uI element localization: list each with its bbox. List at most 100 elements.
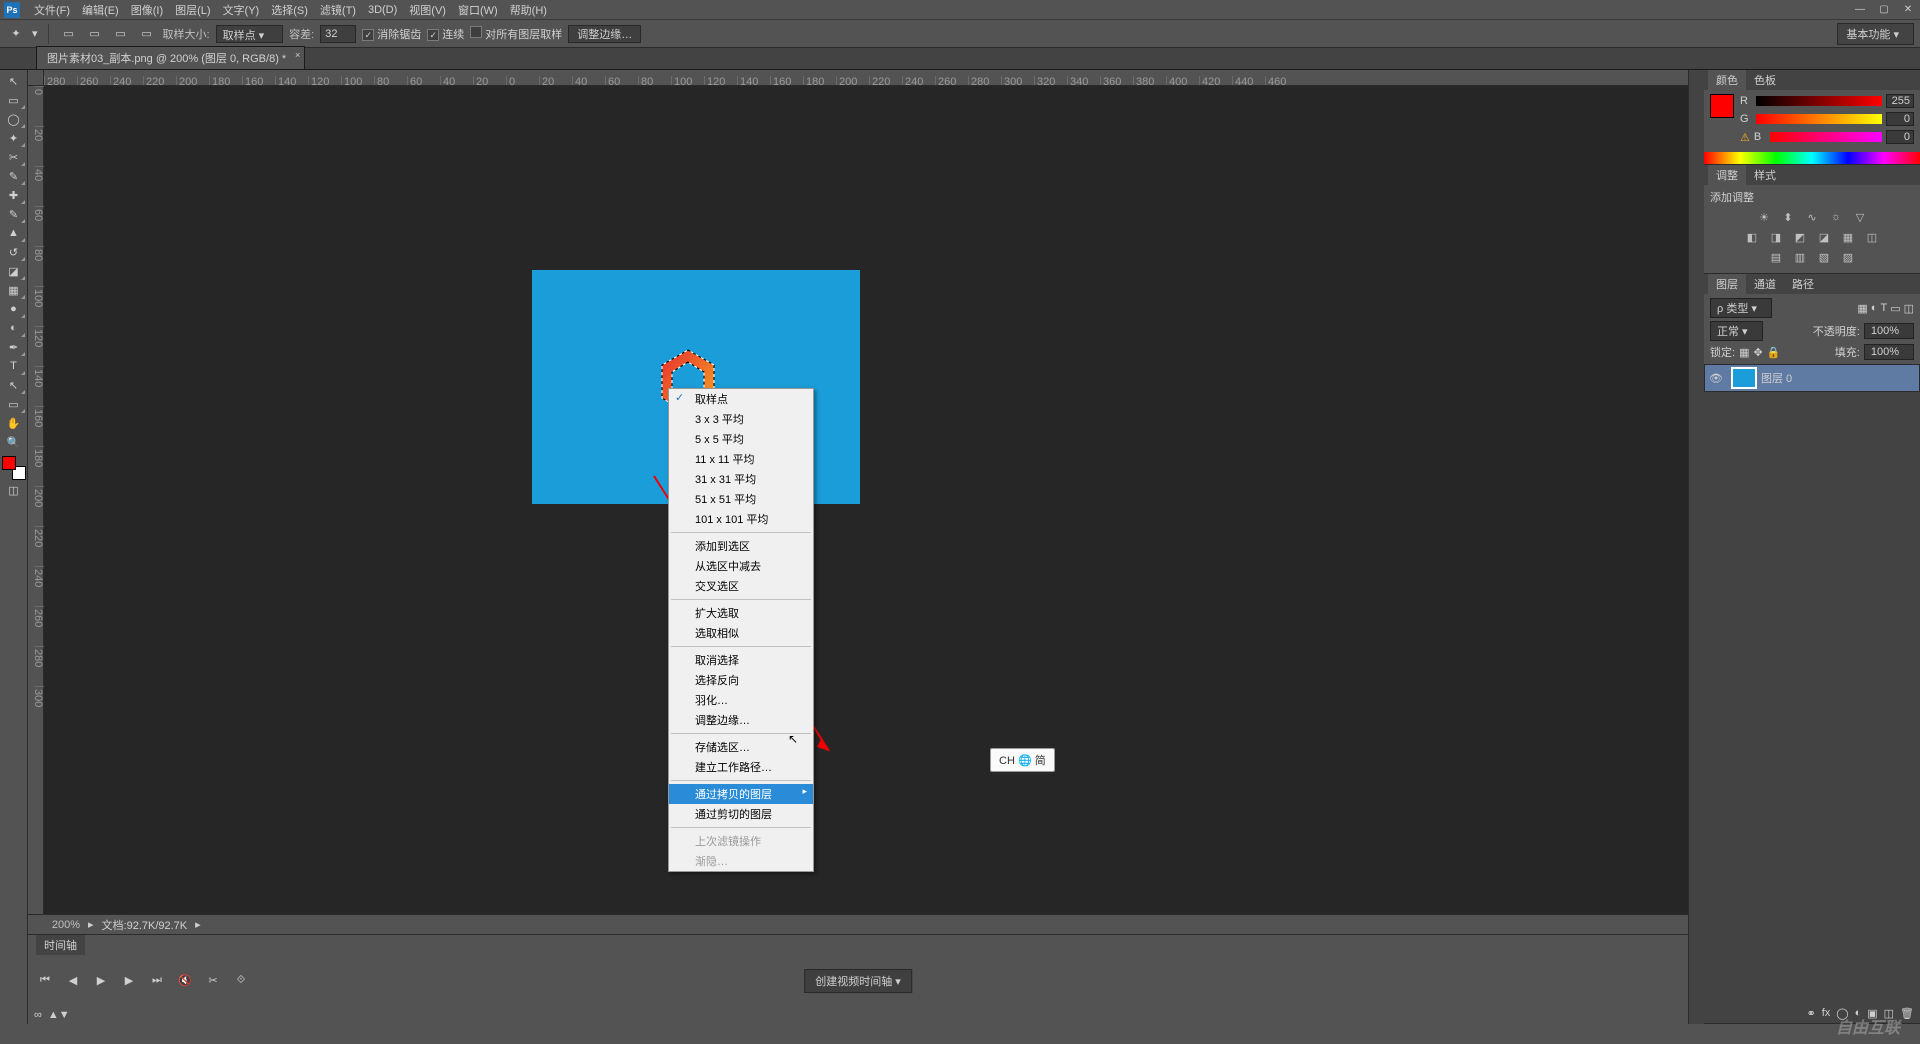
timeline-tab[interactable]: 时间轴 — [36, 935, 85, 955]
menu-help[interactable]: 帮助(H) — [504, 2, 553, 18]
context-menu-item[interactable]: 3 x 3 平均 — [669, 409, 813, 429]
tab-swatches[interactable]: 色板 — [1746, 70, 1784, 90]
link-layers-icon[interactable]: ⚭ — [1806, 1007, 1815, 1020]
maximize-icon[interactable]: ▢ — [1874, 3, 1894, 17]
selection-intersect-icon[interactable]: ▭ — [137, 24, 157, 44]
context-menu-item[interactable]: 5 x 5 平均 — [669, 429, 813, 449]
g-value[interactable]: 0 — [1886, 112, 1914, 126]
sample-size-select[interactable]: 取样点 ▾ — [216, 25, 284, 43]
context-menu-item[interactable]: 通过剪切的图层 — [669, 804, 813, 824]
document-tab[interactable]: 图片素材03_副本.png @ 200% (图层 0, RGB/8) * × — [36, 46, 305, 69]
close-icon[interactable]: ✕ — [1898, 3, 1918, 17]
healing-tool-icon[interactable]: ✚ — [3, 186, 25, 204]
layer-kind-select[interactable]: ρ 类型 ▾ — [1710, 298, 1772, 318]
path-select-tool-icon[interactable]: ↖ — [3, 376, 25, 394]
selection-new-icon[interactable]: ▭ — [59, 24, 79, 44]
arrow-icon[interactable]: ▸ — [195, 918, 201, 931]
all-layers-checkbox[interactable]: 对所有图层取样 — [470, 26, 562, 42]
adj-posterize-icon[interactable]: ▤ — [1767, 249, 1785, 265]
layer-row[interactable]: 👁 图层 0 — [1704, 364, 1920, 392]
lock-all-icon[interactable]: 🔒 — [1767, 346, 1781, 359]
adj-color-lookup-icon[interactable]: ▦ — [1839, 229, 1857, 245]
quickmask-icon[interactable]: ◫ — [3, 481, 25, 499]
adj-levels-icon[interactable]: ⬍ — [1779, 209, 1797, 225]
tab-paths[interactable]: 路径 — [1784, 274, 1822, 294]
menu-window[interactable]: 窗口(W) — [452, 2, 504, 18]
canvas-viewport[interactable] — [44, 86, 1688, 914]
context-menu-item[interactable]: 11 x 11 平均 — [669, 449, 813, 469]
context-menu-item[interactable]: 交叉选区 — [669, 576, 813, 596]
ime-indicator[interactable]: CH 🌐 简 — [990, 748, 1055, 772]
tl-cut-icon[interactable]: ✂ — [204, 972, 222, 990]
type-tool-icon[interactable]: T — [3, 357, 25, 375]
context-menu-item[interactable]: 建立工作路径… — [669, 757, 813, 777]
context-menu-item[interactable]: 羽化… — [669, 690, 813, 710]
adj-hue-icon[interactable]: ◧ — [1743, 229, 1761, 245]
adj-selective-color-icon[interactable]: ▨ — [1839, 249, 1857, 265]
menu-type[interactable]: 文字(Y) — [217, 2, 266, 18]
tl-transition-icon[interactable]: ⟐ — [232, 972, 250, 990]
context-menu-item[interactable]: 通过拷贝的图层 — [669, 784, 813, 804]
history-brush-tool-icon[interactable]: ↺ — [3, 243, 25, 261]
context-menu-item[interactable]: 取消选择 — [669, 650, 813, 670]
g-slider[interactable] — [1756, 114, 1882, 124]
fill-input[interactable]: 100% — [1864, 344, 1914, 360]
filter-adjust-icon[interactable]: ◐ — [1871, 302, 1878, 315]
anti-alias-checkbox[interactable]: 消除锯齿 — [362, 26, 421, 42]
hue-ramp[interactable] — [1704, 152, 1920, 164]
eyedropper-tool-icon[interactable]: ✎ — [3, 167, 25, 185]
tl-next-icon[interactable]: ▶ — [120, 972, 138, 990]
adj-invert-icon[interactable]: ◫ — [1863, 229, 1881, 245]
adj-vibrance-icon[interactable]: ▽ — [1851, 209, 1869, 225]
lock-position-icon[interactable]: ✥ — [1753, 346, 1762, 359]
menu-select[interactable]: 选择(S) — [265, 2, 314, 18]
tab-adjustments[interactable]: 调整 — [1708, 165, 1746, 185]
adj-channel-mixer-icon[interactable]: ◪ — [1815, 229, 1833, 245]
hand-tool-icon[interactable]: ✋ — [3, 414, 25, 432]
selection-subtract-icon[interactable]: ▭ — [111, 24, 131, 44]
lasso-tool-icon[interactable]: ◯ — [3, 110, 25, 128]
magic-wand-tool-icon[interactable]: ✦ — [3, 129, 25, 147]
tl-zoom-icon[interactable]: ▲▼ — [48, 1009, 70, 1021]
tl-play-icon[interactable]: ▶ — [92, 972, 110, 990]
opacity-input[interactable]: 100% — [1864, 323, 1914, 339]
context-menu-item[interactable]: 选择反向 — [669, 670, 813, 690]
filter-shape-icon[interactable]: ▭ — [1890, 302, 1900, 315]
selection-add-icon[interactable]: ▭ — [85, 24, 105, 44]
context-menu-item[interactable]: 选取相似 — [669, 623, 813, 643]
menu-layer[interactable]: 图层(L) — [169, 2, 216, 18]
adj-brightness-icon[interactable]: ☀ — [1755, 209, 1773, 225]
context-menu-item[interactable]: 51 x 51 平均 — [669, 489, 813, 509]
crop-tool-icon[interactable]: ✂ — [3, 148, 25, 166]
context-menu-item[interactable]: 31 x 31 平均 — [669, 469, 813, 489]
context-menu-item[interactable]: 调整边缘… — [669, 710, 813, 730]
adj-curves-icon[interactable]: ∿ — [1803, 209, 1821, 225]
tab-styles[interactable]: 样式 — [1746, 165, 1784, 185]
adj-gradient-map-icon[interactable]: ▧ — [1815, 249, 1833, 265]
magic-wand-icon[interactable]: ✦ — [6, 24, 26, 44]
b-slider[interactable] — [1770, 132, 1882, 142]
stamp-tool-icon[interactable]: ▲ — [3, 224, 25, 242]
menu-file[interactable]: 文件(F) — [28, 2, 76, 18]
b-value[interactable]: 0 — [1886, 130, 1914, 144]
visibility-eye-icon[interactable]: 👁 — [1705, 372, 1727, 385]
contiguous-checkbox[interactable]: 连续 — [427, 26, 464, 42]
marquee-tool-icon[interactable]: ▭ — [3, 91, 25, 109]
zoom-input[interactable] — [36, 919, 80, 931]
context-menu-item[interactable]: 扩大选取 — [669, 603, 813, 623]
r-slider[interactable] — [1756, 96, 1882, 106]
menu-filter[interactable]: 滤镜(T) — [314, 2, 362, 18]
create-video-timeline-button[interactable]: 创建视频时间轴 ▾ — [804, 969, 912, 993]
adj-exposure-icon[interactable]: ☼ — [1827, 209, 1845, 225]
context-menu-item[interactable]: 101 x 101 平均 — [669, 509, 813, 529]
minimize-icon[interactable]: — — [1850, 3, 1870, 17]
menu-edit[interactable]: 编辑(E) — [76, 2, 125, 18]
gradient-tool-icon[interactable]: ▦ — [3, 281, 25, 299]
fg-bg-color-icon[interactable] — [2, 456, 26, 480]
blur-tool-icon[interactable]: ● — [3, 300, 25, 318]
filter-type-icon[interactable]: T — [1880, 302, 1887, 315]
right-collapse-strip[interactable] — [1688, 70, 1704, 1024]
workspace-switcher[interactable]: 基本功能 ▾ — [1837, 23, 1914, 45]
blend-mode-select[interactable]: 正常 ▾ — [1710, 321, 1763, 341]
adj-bw-icon[interactable]: ◨ — [1767, 229, 1785, 245]
